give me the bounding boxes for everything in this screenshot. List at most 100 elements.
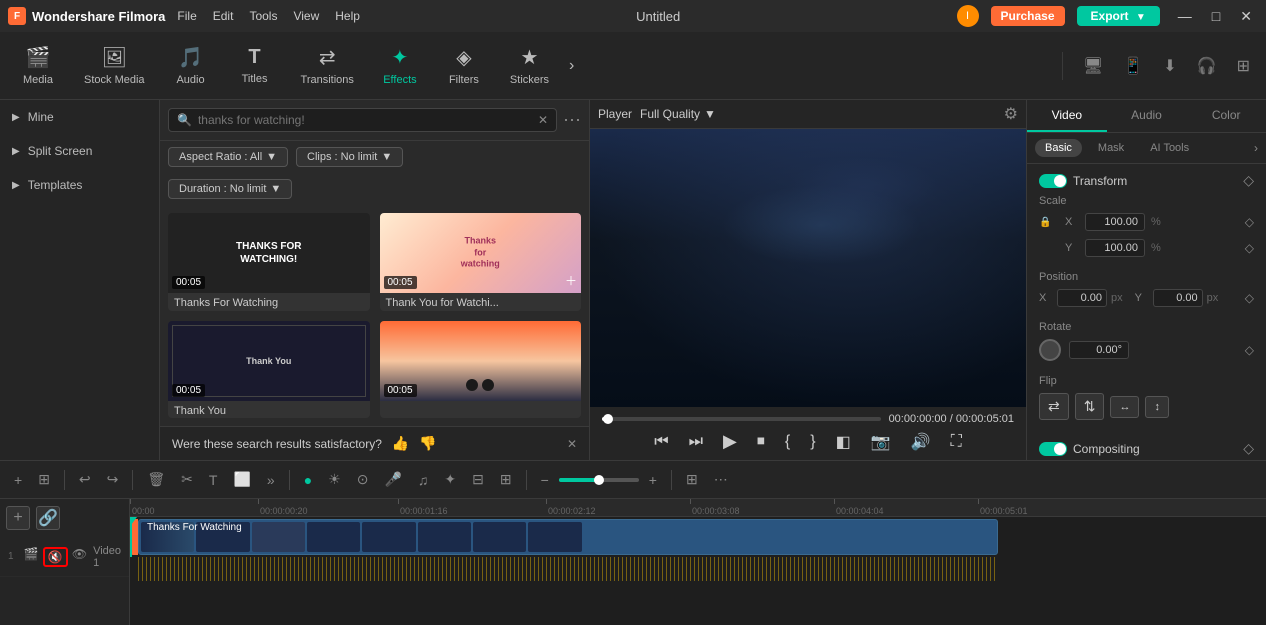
lock-icon[interactable]: 🔒 — [1039, 217, 1059, 228]
volume-button[interactable]: 🔊 — [905, 430, 937, 454]
link-button[interactable]: 🔗 — [36, 506, 60, 530]
mark-out-button[interactable]: } — [804, 431, 821, 453]
tool-titles[interactable]: T Titles — [225, 40, 285, 91]
pos-y-input[interactable] — [1153, 289, 1203, 307]
search-more-button[interactable]: ⋯ — [563, 110, 581, 131]
thumbs-up-button[interactable]: 👍 — [392, 435, 409, 452]
compositing-keyframe-icon[interactable]: ◇ — [1243, 440, 1254, 457]
timeline-redo-button[interactable]: ↪ — [101, 468, 125, 491]
timeline-shield-btn[interactable]: ⊙ — [351, 468, 375, 491]
menu-file[interactable]: File — [177, 9, 196, 23]
result-2-add-icon[interactable]: ＋ — [565, 272, 577, 289]
zoom-in-button[interactable]: + — [643, 469, 663, 491]
timeline-subtitle-btn[interactable]: ⊟ — [466, 468, 490, 491]
flip-btn-3[interactable]: ↔ — [1110, 396, 1139, 418]
aspect-ratio-filter[interactable]: Aspect Ratio : All ▼ — [168, 147, 288, 167]
timeline-crop-button[interactable]: ⬜ — [227, 468, 256, 491]
tool-media[interactable]: 🎬 Media — [8, 39, 68, 92]
stop-button[interactable]: ⏹ — [751, 431, 771, 453]
scale-x-input[interactable] — [1085, 213, 1145, 231]
fullscreen-button[interactable]: ⛶ — [945, 431, 968, 453]
tool-stock-media[interactable]: 🖼 Stock Media — [72, 39, 157, 92]
result-card-4[interactable]: 00:05 — [380, 321, 582, 419]
timeline-green-btn[interactable]: ● — [298, 469, 318, 491]
timeline-grid-button[interactable]: ⊞ — [680, 468, 704, 491]
purchase-button[interactable]: Purchase — [991, 6, 1065, 26]
tab-audio[interactable]: Audio — [1107, 100, 1187, 132]
timeline-music-btn[interactable]: ♫ — [412, 469, 435, 491]
step-back-button[interactable]: ⏭ — [683, 431, 709, 453]
position-keyframe-icon[interactable]: ◇ — [1245, 291, 1254, 305]
search-input[interactable] — [198, 113, 532, 127]
tool-transitions[interactable]: ⇄ Transitions — [289, 39, 366, 92]
timeline-add-button[interactable]: + — [8, 469, 28, 491]
export-dropdown-icon[interactable]: ▼ — [1136, 12, 1146, 23]
timeline-delete-button[interactable]: 🗑 — [141, 468, 171, 491]
tab-video[interactable]: Video — [1027, 100, 1107, 132]
result-card-3[interactable]: Thank You 00:05 Thank You — [168, 321, 370, 419]
tool-stickers[interactable]: ★ Stickers — [498, 39, 561, 92]
timeline-text-button[interactable]: T — [203, 469, 224, 491]
timeline-cut-button[interactable]: ✂ — [175, 468, 199, 491]
add-track-button[interactable]: + — [6, 506, 30, 530]
tool-extra-phone[interactable]: 📱 — [1115, 52, 1151, 80]
track-visible-icon[interactable]: 👁 — [72, 547, 87, 567]
sub-tabs-more-icon[interactable]: › — [1254, 141, 1258, 155]
flip-btn-4[interactable]: ↕ — [1145, 396, 1169, 418]
menu-help[interactable]: Help — [335, 9, 360, 23]
tool-effects[interactable]: ✦ Effects — [370, 39, 430, 92]
sub-tab-mask[interactable]: Mask — [1088, 139, 1134, 157]
player-settings-icon[interactable]: ⚙ — [1004, 104, 1018, 124]
clips-filter[interactable]: Clips : No limit ▼ — [296, 147, 403, 167]
timeline-select-button[interactable]: ⊞ — [32, 468, 56, 491]
mark-in-button[interactable]: { — [779, 431, 796, 453]
scale-y-input[interactable] — [1085, 239, 1145, 257]
tool-extra-headphone[interactable]: 🎧 — [1189, 52, 1225, 80]
sub-tab-basic[interactable]: Basic — [1035, 139, 1082, 157]
tool-extra-monitor[interactable]: 🖥 — [1075, 52, 1111, 80]
tool-extra-grid[interactable]: ⊞ — [1229, 52, 1258, 80]
track-volume-icon[interactable]: 🔇 — [43, 547, 68, 567]
timeline-sun-btn[interactable]: ☀ — [322, 468, 347, 491]
timeline-dots-button[interactable]: ⋯ — [708, 468, 734, 491]
left-panel-templates[interactable]: ▶ Templates — [0, 168, 159, 202]
scale-x-keyframe-icon[interactable]: ◇ — [1245, 215, 1254, 229]
minimize-button[interactable]: — — [1172, 8, 1198, 25]
pos-x-input[interactable] — [1057, 289, 1107, 307]
tool-extra-download[interactable]: ⬇ — [1155, 52, 1184, 80]
play-button[interactable]: ▶ — [717, 429, 743, 454]
left-panel-split-screen[interactable]: ▶ Split Screen — [0, 134, 159, 168]
maximize-button[interactable]: □ — [1206, 8, 1226, 25]
rotate-keyframe-icon[interactable]: ◇ — [1245, 343, 1254, 357]
quality-selector[interactable]: Full Quality ▼ — [640, 107, 716, 121]
video-clip[interactable]: Thanks For Watching Click to — [138, 519, 998, 555]
flip-horizontal-button[interactable]: ⇄ — [1039, 393, 1069, 420]
thumbs-down-button[interactable]: 👎 — [419, 435, 436, 452]
snapshot-button[interactable]: 📷 — [865, 430, 897, 454]
menu-tools[interactable]: Tools — [249, 9, 277, 23]
flip-vertical-button[interactable]: ⇅ — [1075, 393, 1105, 420]
timeline-mosaic-btn[interactable]: ⊞ — [494, 468, 518, 491]
sub-tab-ai-tools[interactable]: AI Tools — [1140, 139, 1199, 157]
scale-y-keyframe-icon[interactable]: ◇ — [1245, 241, 1254, 255]
timeline-undo-button[interactable]: ↩ — [73, 468, 97, 491]
progress-bar[interactable] — [602, 417, 881, 421]
mark-clip-button[interactable]: ◧ — [830, 430, 857, 454]
export-button[interactable]: Export ▼ — [1077, 6, 1160, 26]
transform-toggle-switch[interactable] — [1039, 174, 1067, 188]
timeline-fx-btn[interactable]: ✦ — [438, 468, 462, 491]
duration-filter[interactable]: Duration : No limit ▼ — [168, 179, 292, 199]
zoom-slider[interactable] — [559, 478, 639, 482]
result-card-2[interactable]: Thanksforwatching 00:05 ＋ Thank You for … — [380, 213, 582, 311]
tool-filters[interactable]: ◈ Filters — [434, 39, 494, 92]
skip-back-button[interactable]: ⏮ — [648, 431, 674, 453]
rotate-input[interactable] — [1069, 341, 1129, 359]
toolbar-expand-button[interactable]: › — [565, 53, 578, 79]
left-panel-mine[interactable]: ▶ Mine — [0, 100, 159, 134]
search-clear-icon[interactable]: ✕ — [538, 113, 548, 127]
satisfaction-close-button[interactable]: ✕ — [567, 437, 577, 451]
result-card-1[interactable]: THANKS FORWATCHING! 00:05 Thanks For Wat… — [168, 213, 370, 311]
tab-color[interactable]: Color — [1186, 100, 1266, 132]
tool-audio[interactable]: 🎵 Audio — [161, 39, 221, 92]
zoom-out-button[interactable]: − — [535, 469, 555, 491]
